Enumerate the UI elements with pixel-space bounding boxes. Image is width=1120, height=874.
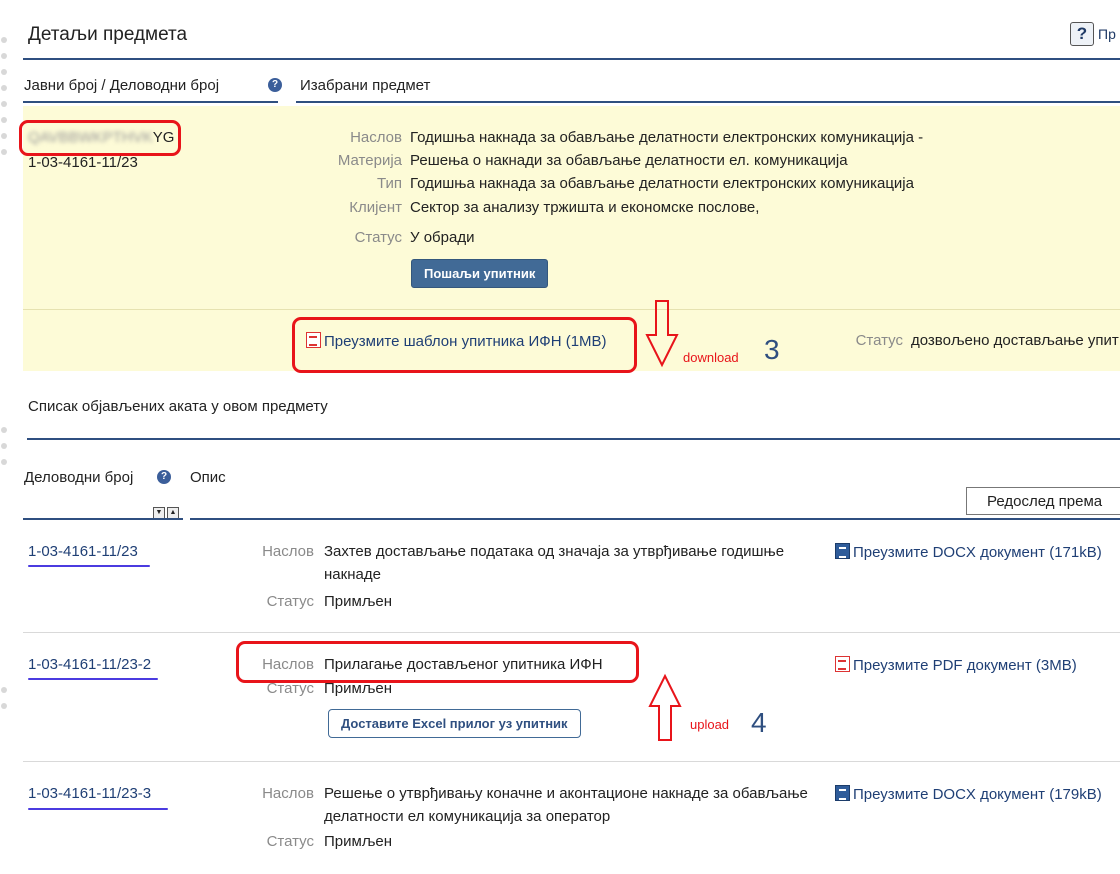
act-number-underline-2 (28, 678, 158, 680)
act-status-1: Примљен (324, 593, 393, 610)
highlight-public-number (19, 120, 181, 156)
case-registry-number: 1-03-4161-11/23 (28, 154, 138, 171)
acts-section-divider (27, 438, 1120, 440)
act-number-link-3[interactable]: 1-03-4161-11/23-3 (28, 785, 151, 802)
annotation-upload: upload (690, 717, 730, 732)
act-download-3[interactable]: Преузмите DOCX документ (179kB) (835, 785, 1102, 803)
send-questionnaire-button[interactable]: Пошаљи упитник (411, 259, 549, 288)
field-label-status: Статус (354, 229, 402, 246)
act-title-3-cont: делатности ел комуникација за оператор (324, 808, 611, 825)
highlight-act-title-2 (236, 641, 639, 683)
docx-icon (835, 543, 850, 559)
col-selected-case: Изабрани предмет (300, 77, 431, 94)
docx-icon (835, 785, 850, 801)
annotation-step-4: 4 (751, 707, 767, 738)
pdf-icon (835, 656, 850, 672)
info-icon[interactable]: ? (268, 78, 282, 92)
col-description: Опис (190, 469, 226, 486)
act-title-label-3: Наслов (262, 785, 314, 802)
act-download-link-2[interactable]: Преузмите PDF документ (3MB) (853, 657, 1077, 674)
field-value-title: Годишња накнада за обављање делатности е… (410, 129, 924, 146)
act-download-2[interactable]: Преузмите PDF документ (3MB) (835, 656, 1077, 674)
field-value-matter: Решења о накнади за обављање делатности … (410, 152, 848, 169)
page-title: Детаљи предмета (28, 24, 188, 45)
act-number-underline-3 (28, 808, 168, 810)
act-number-link-1[interactable]: 1-03-4161-11/23 (28, 543, 138, 560)
field-label-title: Наслов (350, 129, 402, 146)
status-value: дозвољено достављање упит (911, 332, 1119, 349)
act-title-1: Захтев достављање података од значаја за… (324, 543, 785, 560)
field-label-type: Тип (376, 175, 402, 192)
act-number-underline-1 (28, 565, 150, 567)
row-divider-1 (23, 632, 1120, 633)
act-status-label-3: Статус (266, 833, 314, 850)
status-label: Статус (855, 332, 903, 349)
col-registry-number: Деловодни број (24, 469, 134, 486)
act-download-1[interactable]: Преузмите DOCX документ (171kB) (835, 543, 1102, 561)
field-label-matter: Материја (337, 152, 402, 169)
header-divider (23, 58, 1120, 60)
annotation-download: download (683, 350, 739, 365)
act-status-label-2: Статус (266, 680, 314, 697)
help-icon[interactable]: ? (1070, 22, 1094, 46)
sort-order-select[interactable]: Редослед према (966, 487, 1120, 515)
col-public-number: Јавни број / Деловодни број (24, 77, 220, 94)
field-value-client: Сектор за анализу тржишта и економске по… (410, 199, 760, 216)
col-left-underline (23, 101, 278, 103)
annotation-step-3: 3 (764, 334, 780, 365)
act-title-label-1: Наслов (262, 543, 314, 560)
field-label-client: Клијент (349, 199, 402, 216)
upload-arrow-icon (648, 673, 682, 741)
field-value-type: Годишња накнада за обављање делатности е… (410, 175, 914, 192)
field-value-status: У обради (410, 229, 475, 246)
download-arrow-icon (645, 300, 679, 368)
left-edge-decoration (0, 10, 10, 870)
act-status-label-1: Статус (266, 593, 314, 610)
sort-arrows[interactable]: ▼ ▲ (153, 501, 181, 519)
info-icon-registry[interactable]: ? (157, 470, 171, 484)
act-title-3: Решење о утврђивању коначне и аконтацион… (324, 785, 808, 802)
highlight-template-download (292, 317, 637, 373)
acts-section-title: Списак објављених аката у овом предмету (28, 398, 328, 415)
row-divider-2 (23, 761, 1120, 762)
act-status-2: Примљен (324, 680, 393, 697)
act-status-3: Примљен (324, 833, 393, 850)
act-download-link-3[interactable]: Преузмите DOCX документ (179kB) (853, 786, 1102, 803)
panel-separator (23, 309, 1120, 310)
col-registry-underline (23, 518, 183, 520)
col-desc-underline (190, 518, 1120, 520)
col-right-underline (296, 101, 1120, 103)
act-title-1-cont: накнаде (324, 566, 381, 583)
help-link[interactable]: Пр (1098, 26, 1116, 42)
upload-excel-button[interactable]: Доставите Excel прилог уз упитник (328, 709, 581, 738)
act-download-link-1[interactable]: Преузмите DOCX документ (171kB) (853, 544, 1102, 561)
act-number-link-2[interactable]: 1-03-4161-11/23-2 (28, 656, 151, 673)
